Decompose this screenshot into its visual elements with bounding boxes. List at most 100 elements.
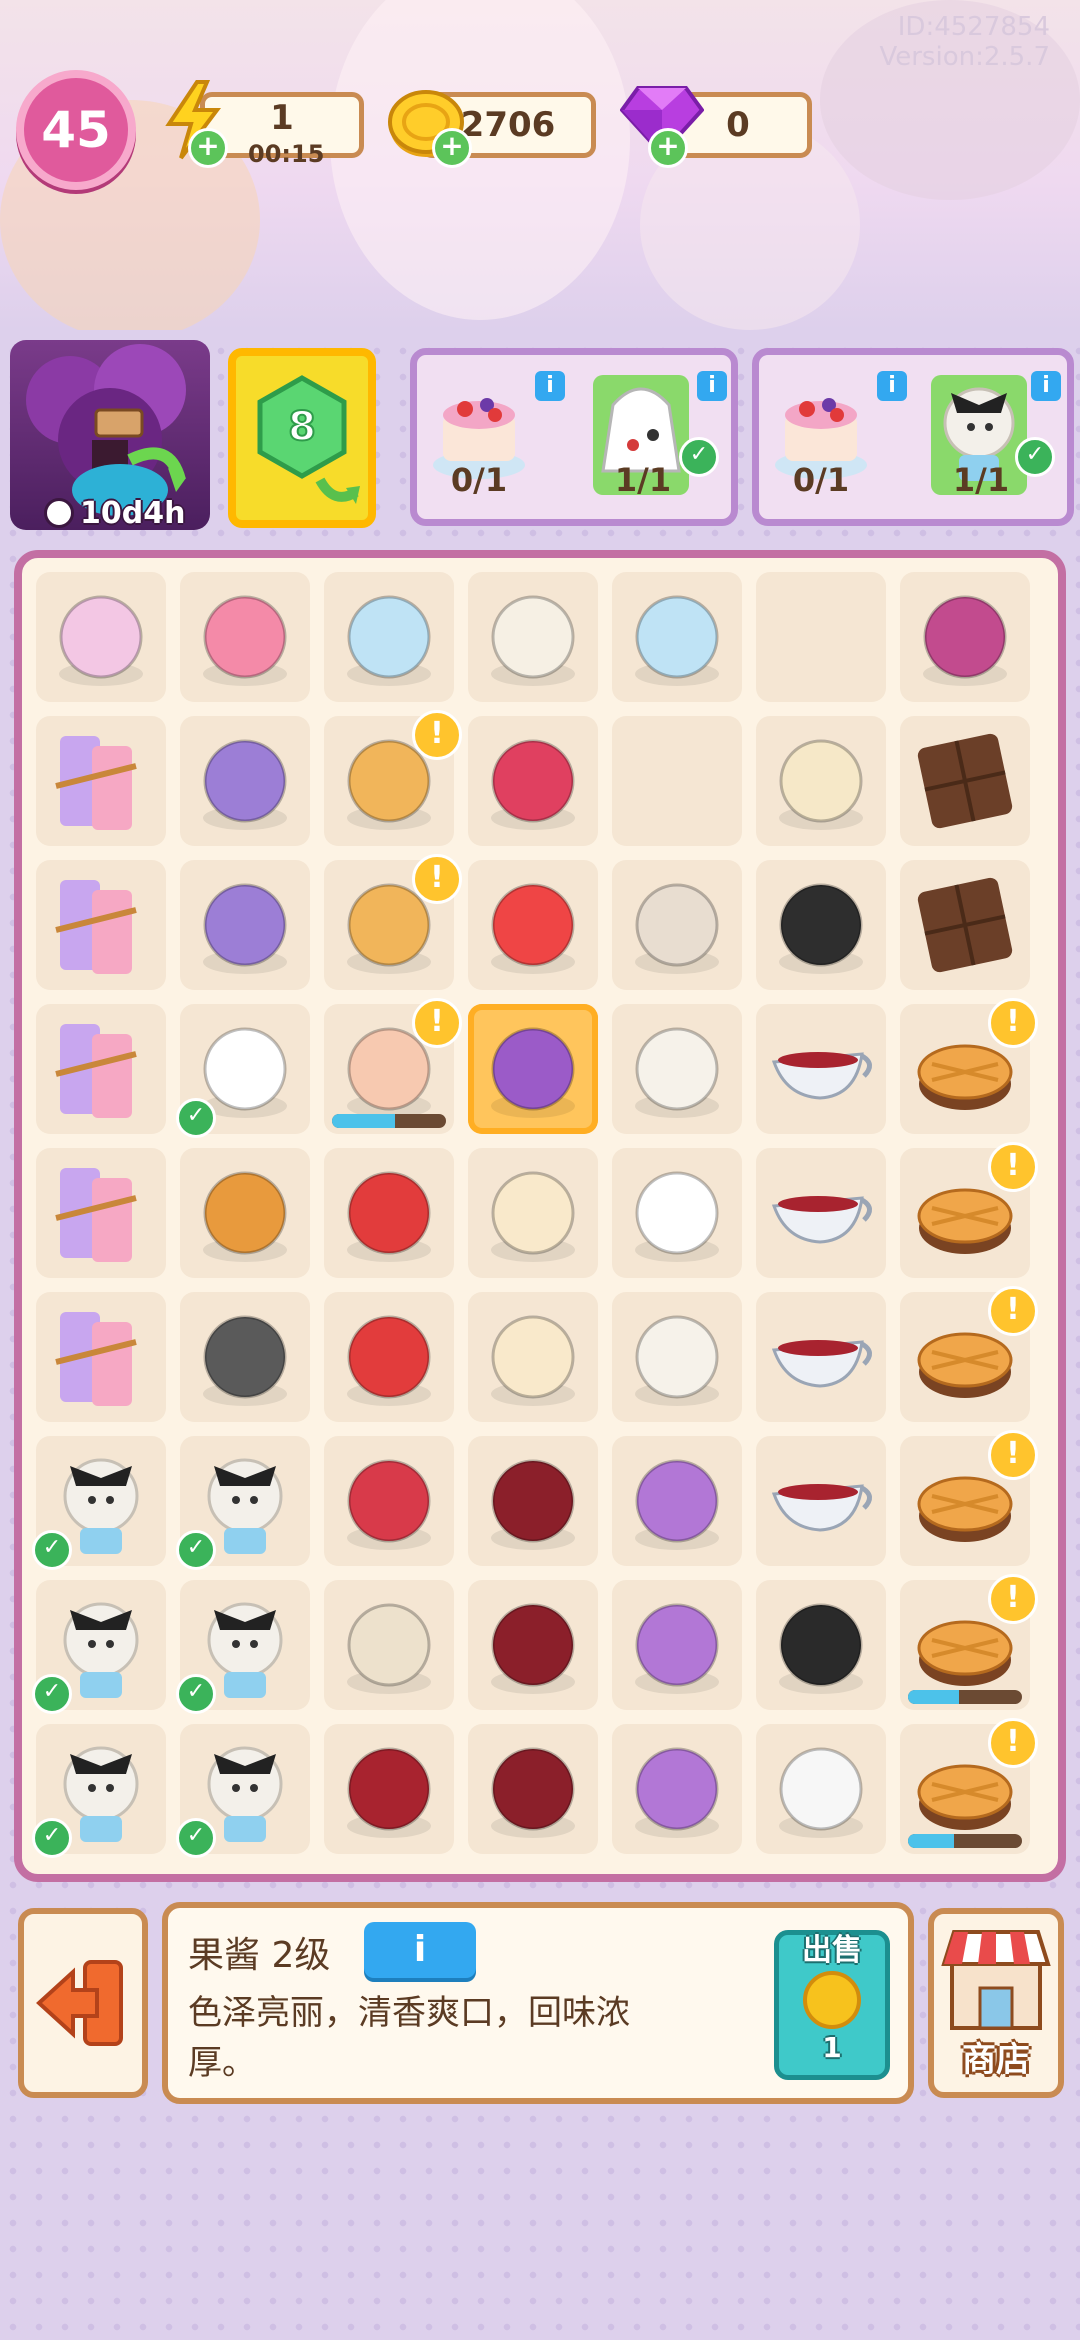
- card-soldier-icon: [334, 1302, 444, 1412]
- board-cell[interactable]: !: [900, 1430, 1038, 1566]
- order-2-info-badge[interactable]: i: [877, 371, 907, 401]
- tea-cup-icon: [622, 1014, 732, 1124]
- board-cell[interactable]: [756, 572, 886, 702]
- card-book-icon: [334, 1590, 444, 1700]
- board-cell[interactable]: ✓: [176, 1436, 310, 1570]
- level-badge[interactable]: 45: [16, 70, 136, 190]
- board-cell[interactable]: !: [900, 1142, 1038, 1278]
- board-cell[interactable]: [468, 860, 598, 990]
- board-cell[interactable]: [756, 716, 886, 846]
- board-cell[interactable]: !: [324, 854, 462, 990]
- board-cell[interactable]: !: [324, 710, 462, 846]
- board-cell[interactable]: [36, 1292, 166, 1422]
- gravy-boat-icon: [766, 1446, 876, 1556]
- board-cell[interactable]: [900, 716, 1030, 846]
- board-cell[interactable]: [612, 716, 742, 846]
- board-cell[interactable]: [756, 1004, 886, 1134]
- board-cell[interactable]: [36, 860, 166, 990]
- board-cell[interactable]: [324, 1292, 454, 1422]
- chocolate-bar-icon: [910, 726, 1020, 836]
- board-cell[interactable]: [180, 716, 310, 846]
- gravy-boat-icon: [766, 1014, 876, 1124]
- board-cell[interactable]: [180, 1148, 310, 1278]
- board-cell[interactable]: [612, 1148, 742, 1278]
- version-info: ID:4527854 Version:2.5.7: [879, 12, 1050, 72]
- board-cell[interactable]: [612, 572, 742, 702]
- board-cell[interactable]: [612, 1724, 742, 1854]
- board-cell[interactable]: [756, 860, 886, 990]
- check-icon: ✓: [32, 1818, 72, 1858]
- pincushion-icon: [190, 582, 300, 692]
- board-cell[interactable]: [612, 1436, 742, 1566]
- thread-spools-icon: [46, 1302, 156, 1412]
- board-cell[interactable]: [180, 860, 310, 990]
- board-cell[interactable]: ✓: [176, 1580, 310, 1714]
- board-cell[interactable]: [36, 572, 166, 702]
- board-cell[interactable]: [612, 1292, 742, 1422]
- tea-cups-icon: [622, 1302, 732, 1412]
- board-cell[interactable]: [324, 1724, 454, 1854]
- board-cell[interactable]: [468, 1004, 598, 1134]
- board-cell[interactable]: [900, 860, 1030, 990]
- board-cell[interactable]: [468, 1580, 598, 1710]
- board-cell[interactable]: [468, 572, 598, 702]
- board-cell[interactable]: [324, 572, 454, 702]
- item-name: 果酱 2级: [188, 1935, 331, 1976]
- gravy-boat-icon: [766, 1302, 876, 1412]
- order-card-1[interactable]: i 0/1 i ✓ 1/1: [410, 348, 738, 526]
- pancake-stack-icon: [190, 1158, 300, 1268]
- board-cell[interactable]: ✓: [176, 1724, 310, 1858]
- board-cell[interactable]: [756, 1292, 886, 1422]
- exit-button[interactable]: [18, 1908, 148, 2098]
- board-cell[interactable]: [756, 1436, 886, 1566]
- order-card-2[interactable]: i 0/1 i ✓ 1/1: [752, 348, 1074, 526]
- board-cell[interactable]: ✓: [32, 1436, 166, 1570]
- alert-badge-icon: !: [988, 1142, 1038, 1192]
- board-cell[interactable]: !: [324, 998, 462, 1134]
- order-2-info-badge-2[interactable]: i: [1031, 371, 1061, 401]
- board-cell[interactable]: ✓: [32, 1580, 166, 1714]
- board-cell[interactable]: [612, 1580, 742, 1710]
- board-cell[interactable]: [36, 1148, 166, 1278]
- gravy-boat-icon: [766, 1158, 876, 1268]
- alert-badge-icon: !: [988, 1286, 1038, 1336]
- board-cell[interactable]: [180, 572, 310, 702]
- board-cell[interactable]: [324, 1436, 454, 1566]
- check-icon: ✓: [176, 1674, 216, 1714]
- board-cell[interactable]: [756, 1148, 886, 1278]
- board-cell[interactable]: !: [900, 998, 1038, 1134]
- board-cell[interactable]: [612, 860, 742, 990]
- board-cell[interactable]: [180, 1292, 310, 1422]
- add-gems-button[interactable]: +: [648, 128, 688, 168]
- board-cell[interactable]: [756, 1580, 886, 1710]
- board-cell[interactable]: [468, 1148, 598, 1278]
- board-cell[interactable]: ✓: [176, 1004, 310, 1138]
- board-cell[interactable]: [900, 572, 1030, 702]
- alert-badge-icon: !: [412, 854, 462, 904]
- board-cell[interactable]: [756, 1724, 886, 1854]
- board-cell[interactable]: [36, 1004, 166, 1134]
- board-cell[interactable]: [36, 716, 166, 846]
- board-cell[interactable]: [324, 1148, 454, 1278]
- board-cell[interactable]: [468, 1292, 598, 1422]
- order-1-info-badge-2[interactable]: i: [697, 371, 727, 401]
- cheshire-cat-icon: [622, 1590, 732, 1700]
- alert-badge-icon: !: [988, 998, 1038, 1048]
- board-cell[interactable]: [468, 1436, 598, 1566]
- board-cell[interactable]: !: [900, 1286, 1038, 1422]
- add-energy-button[interactable]: +: [188, 128, 228, 168]
- board-cell[interactable]: [468, 716, 598, 846]
- item-info-button[interactable]: i: [364, 1922, 476, 1978]
- fruit-tart-icon: [478, 1302, 588, 1412]
- board-cell[interactable]: [468, 1724, 598, 1854]
- shop-button[interactable]: 商店: [928, 1908, 1064, 2098]
- board-cell[interactable]: ✓: [32, 1724, 166, 1858]
- board-cell[interactable]: [324, 1580, 454, 1710]
- add-coins-button[interactable]: +: [432, 128, 472, 168]
- order-1-info-badge[interactable]: i: [535, 371, 565, 401]
- sell-button[interactable]: 出售 1: [774, 1930, 890, 2080]
- board-cell[interactable]: !: [900, 1718, 1038, 1854]
- board-cell[interactable]: [612, 1004, 742, 1134]
- board-cell[interactable]: !: [900, 1574, 1038, 1710]
- event-level-card[interactable]: 8: [228, 348, 376, 528]
